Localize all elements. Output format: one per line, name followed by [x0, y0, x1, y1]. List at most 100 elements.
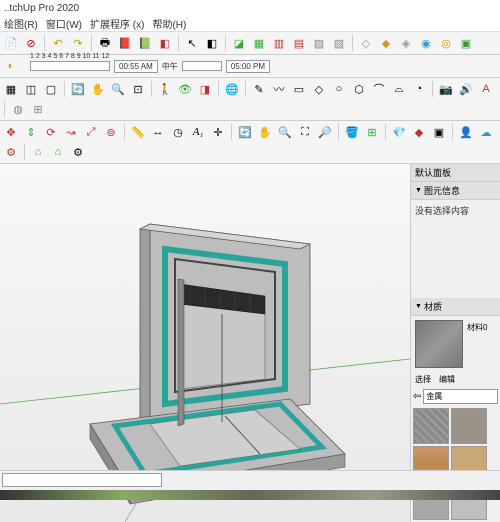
3d-viewport[interactable] [0, 164, 410, 522]
cancel-icon[interactable]: ⊘ [22, 34, 40, 52]
select-tab[interactable]: 选择 [415, 374, 431, 385]
left-icon[interactable]: ▨ [330, 34, 348, 52]
new-icon[interactable]: 📄 [2, 34, 20, 52]
menu-extensions[interactable]: 扩展程序 (x) [90, 16, 144, 31]
globe-icon[interactable]: 🌐 [223, 80, 241, 98]
dimension-icon[interactable]: ↔ [149, 123, 167, 141]
style3-icon[interactable]: ◈ [397, 34, 415, 52]
style4-icon[interactable]: ◉ [417, 34, 435, 52]
select-arrow-icon[interactable]: ↖ [183, 34, 201, 52]
ext1-icon[interactable]: ◆ [410, 123, 428, 141]
style1-icon[interactable]: ◇ [357, 34, 375, 52]
tool-a[interactable]: ▦ [2, 80, 20, 98]
pan-icon[interactable]: ✋ [89, 80, 107, 98]
orbit-icon[interactable]: 🔄 [69, 80, 87, 98]
offset-icon[interactable]: ⊚ [102, 123, 120, 141]
sandbox1-icon[interactable]: ◍ [9, 100, 27, 118]
book-green-icon[interactable]: 📗 [136, 34, 154, 52]
prev-icon[interactable]: 🔎 [316, 123, 334, 141]
rotrect-icon[interactable]: ◇ [310, 80, 328, 98]
material-thumb[interactable] [413, 408, 449, 444]
paint-icon[interactable]: 🪣 [343, 123, 361, 141]
gear-icon[interactable]: ⚙ [69, 143, 87, 161]
collection-dropdown[interactable]: 金属 [423, 389, 498, 404]
top-icon[interactable]: ▦ [250, 34, 268, 52]
followme-icon[interactable]: ↝ [62, 123, 80, 141]
front-icon[interactable]: ▥ [270, 34, 288, 52]
toolbar-row-2: ◐ 1 2 3 4 5 6 7 8 9 10 11 12 00:55 AM 中午… [0, 55, 500, 78]
zoom2-icon[interactable]: 🔍 [276, 123, 294, 141]
date-slider[interactable] [30, 61, 110, 71]
person-icon[interactable]: 👤 [457, 123, 475, 141]
materials-label: 材质 [424, 300, 442, 313]
cube-icon[interactable]: ◧ [156, 34, 174, 52]
pushpull-icon[interactable]: ⇕ [22, 123, 40, 141]
materials-header[interactable]: ▼ 材质 [411, 298, 500, 316]
camera-icon[interactable]: 📷 [437, 80, 455, 98]
tool-c[interactable]: ▢ [42, 80, 60, 98]
style5-icon[interactable]: ◎ [437, 34, 455, 52]
scale-icon[interactable]: ⤢ [82, 123, 100, 141]
house-icon[interactable]: ⌂ [29, 143, 47, 161]
orbit2-icon[interactable]: 🔄 [236, 123, 254, 141]
protractor-icon[interactable]: ◷ [169, 123, 187, 141]
time-mid-label: 中午 [162, 61, 178, 72]
menu-help[interactable]: 帮助(H) [152, 16, 186, 31]
tray-title-bar[interactable]: 默认面板 [411, 164, 500, 182]
pie-icon[interactable]: ◔ [410, 80, 428, 98]
ext2-icon[interactable]: ▣ [430, 123, 448, 141]
arc2-icon[interactable]: ⌓ [390, 80, 408, 98]
zoom-window-icon[interactable]: ⊡ [129, 80, 147, 98]
time-slider[interactable] [182, 61, 222, 71]
component-icon[interactable]: ⊞ [363, 123, 381, 141]
freehand-icon[interactable]: 〰 [270, 80, 288, 98]
entity-info-header[interactable]: ▼ 图元信息 [411, 182, 500, 200]
ruby-icon[interactable]: 💎 [390, 123, 408, 141]
style2-icon[interactable]: ◆ [377, 34, 395, 52]
rect-icon[interactable]: ▭ [290, 80, 308, 98]
axes-icon[interactable]: ✛ [209, 123, 227, 141]
look-icon[interactable]: 👁 [176, 80, 194, 98]
menu-window[interactable]: 窗口(W) [46, 16, 82, 31]
undo-icon[interactable]: ↶ [49, 34, 67, 52]
tape-icon[interactable]: 📏 [129, 123, 147, 141]
text-icon[interactable]: A₁ [189, 123, 207, 141]
edit-tab[interactable]: 编辑 [439, 374, 455, 385]
right-icon[interactable]: ▤ [290, 34, 308, 52]
iso-icon[interactable]: ◪ [230, 34, 248, 52]
house2-icon[interactable]: ⌂ [49, 143, 67, 161]
redo-icon[interactable]: ↷ [69, 34, 87, 52]
move-icon[interactable]: ✥ [2, 123, 20, 141]
eraser-icon[interactable]: ◧ [203, 34, 221, 52]
arc-icon[interactable]: ⌒ [370, 80, 388, 98]
warehouse-icon[interactable]: ☁ [477, 123, 495, 141]
current-material-swatch[interactable] [415, 320, 463, 368]
back-icon[interactable]: ▧ [310, 34, 328, 52]
material-thumb[interactable] [451, 408, 487, 444]
extwh-icon[interactable]: ⚙ [2, 143, 20, 161]
zoom-icon[interactable]: 🔍 [109, 80, 127, 98]
menu-draw[interactable]: 绘图(R) [4, 16, 38, 31]
tool-b[interactable]: ◫ [22, 80, 40, 98]
rotate-icon[interactable]: ⟳ [42, 123, 60, 141]
shadow-icon[interactable]: ◐ [2, 57, 20, 75]
back-arrow-icon[interactable]: ⇦ [413, 391, 421, 402]
timeline-marks: 1 2 3 4 5 6 7 8 9 10 11 12 [30, 53, 110, 60]
measurement-input[interactable] [2, 473, 162, 487]
circle-icon[interactable]: ○ [330, 80, 348, 98]
collapse-icon: ▼ [415, 187, 422, 194]
zoomext-icon[interactable]: ⛶ [296, 123, 314, 141]
print-icon[interactable]: 🖶 [96, 34, 114, 52]
sound-icon[interactable]: 🔊 [457, 80, 475, 98]
style6-icon[interactable]: ▣ [457, 34, 475, 52]
polygon-icon[interactable]: ⬡ [350, 80, 368, 98]
book-red-icon[interactable]: 📕 [116, 34, 134, 52]
pan2-icon[interactable]: ✋ [256, 123, 274, 141]
walk-icon[interactable]: 🚶 [156, 80, 174, 98]
time-end[interactable]: 05:00 PM [226, 60, 270, 73]
time-start[interactable]: 00:55 AM [114, 60, 158, 73]
section-icon[interactable]: ◨ [196, 80, 214, 98]
pencil-icon[interactable]: ✎ [250, 80, 268, 98]
sandbox2-icon[interactable]: ⊞ [29, 100, 47, 118]
text3d-icon[interactable]: A [477, 80, 495, 98]
